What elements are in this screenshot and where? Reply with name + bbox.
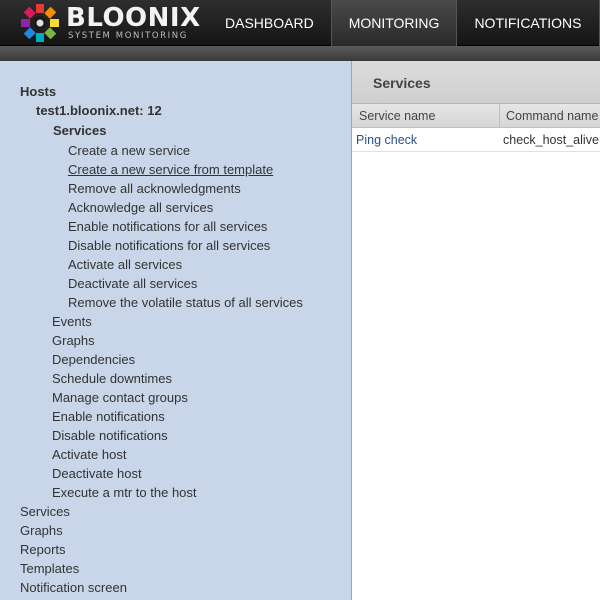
sidebar-graphs[interactable]: Graphs [20,523,63,539]
nav-dashboard[interactable]: DASHBOARD [208,0,331,46]
sidebar-activate-host[interactable]: Activate host [52,447,126,463]
nav-monitoring[interactable]: MONITORING [331,0,457,46]
column-header-command-name[interactable]: Command name [506,104,600,128]
sidebar-schedule-downtimes[interactable]: Schedule downtimes [52,371,172,387]
sidebar-templates[interactable]: Templates [20,561,79,577]
sidebar-execute-mtr[interactable]: Execute a mtr to the host [52,485,197,501]
sidebar-disable-host-notifications[interactable]: Disable notifications [52,428,168,444]
sidebar-remove-volatile-status[interactable]: Remove the volatile status of all servic… [68,295,303,311]
sidebar: Hosts test1.bloonix.net: 12 Services Cre… [0,61,352,600]
sub-header-bar [0,46,600,61]
nav-notifications[interactable]: NOTIFICATIONS [457,0,598,46]
main-nav: DASHBOARD MONITORING NOTIFICATIONS A [208,0,600,46]
sidebar-enable-service-notifications[interactable]: Enable notifications for all services [68,219,267,235]
bloonix-logo[interactable]: BLOONIX SYSTEM MONITORING [20,3,200,43]
sidebar-remove-acknowledgments[interactable]: Remove all acknowledgments [68,181,241,197]
sidebar-deactivate-host[interactable]: Deactivate host [52,466,142,482]
sidebar-manage-contact-groups[interactable]: Manage contact groups [52,390,188,406]
sidebar-host-item[interactable]: test1.bloonix.net: 12 [36,103,162,119]
sidebar-deactivate-all-services[interactable]: Deactivate all services [68,276,197,292]
sidebar-host-dependencies[interactable]: Dependencies [52,352,135,368]
column-header-service-name[interactable]: Service name [359,104,497,128]
services-panel-header: Services [352,61,600,104]
sidebar-host-graphs[interactable]: Graphs [52,333,95,349]
page-title: Services [373,75,431,91]
sidebar-services[interactable]: Services [20,504,70,520]
logo-wordmark: BLOONIX [66,3,201,33]
sidebar-activate-all-services[interactable]: Activate all services [68,257,182,273]
main-content: Services Service name Command name Ping … [352,61,600,600]
sidebar-disable-service-notifications[interactable]: Disable notifications for all services [68,238,270,254]
sidebar-notification-screen[interactable]: Notification screen [20,580,127,596]
sidebar-create-service[interactable]: Create a new service [68,143,190,159]
cell-command-name: check_host_alive [503,133,599,147]
cell-service-name[interactable]: Ping check [356,128,496,152]
top-navigation-bar: BLOONIX SYSTEM MONITORING DASHBOARD MONI… [0,0,600,46]
sidebar-hosts-heading[interactable]: Hosts [20,84,56,100]
column-divider [499,104,500,128]
bloonix-logo-icon [21,4,59,42]
sidebar-enable-host-notifications[interactable]: Enable notifications [52,409,165,425]
table-row[interactable]: Ping check check_host_alive [352,128,600,152]
sidebar-acknowledge-all-services[interactable]: Acknowledge all services [68,200,213,216]
sidebar-reports[interactable]: Reports [20,542,66,558]
logo-subtitle: SYSTEM MONITORING [68,31,188,41]
sidebar-create-service-from-template[interactable]: Create a new service from template [68,162,273,178]
sidebar-host-events[interactable]: Events [52,314,92,330]
sidebar-host-services-heading[interactable]: Services [53,123,107,139]
table-header: Service name Command name [352,104,600,128]
